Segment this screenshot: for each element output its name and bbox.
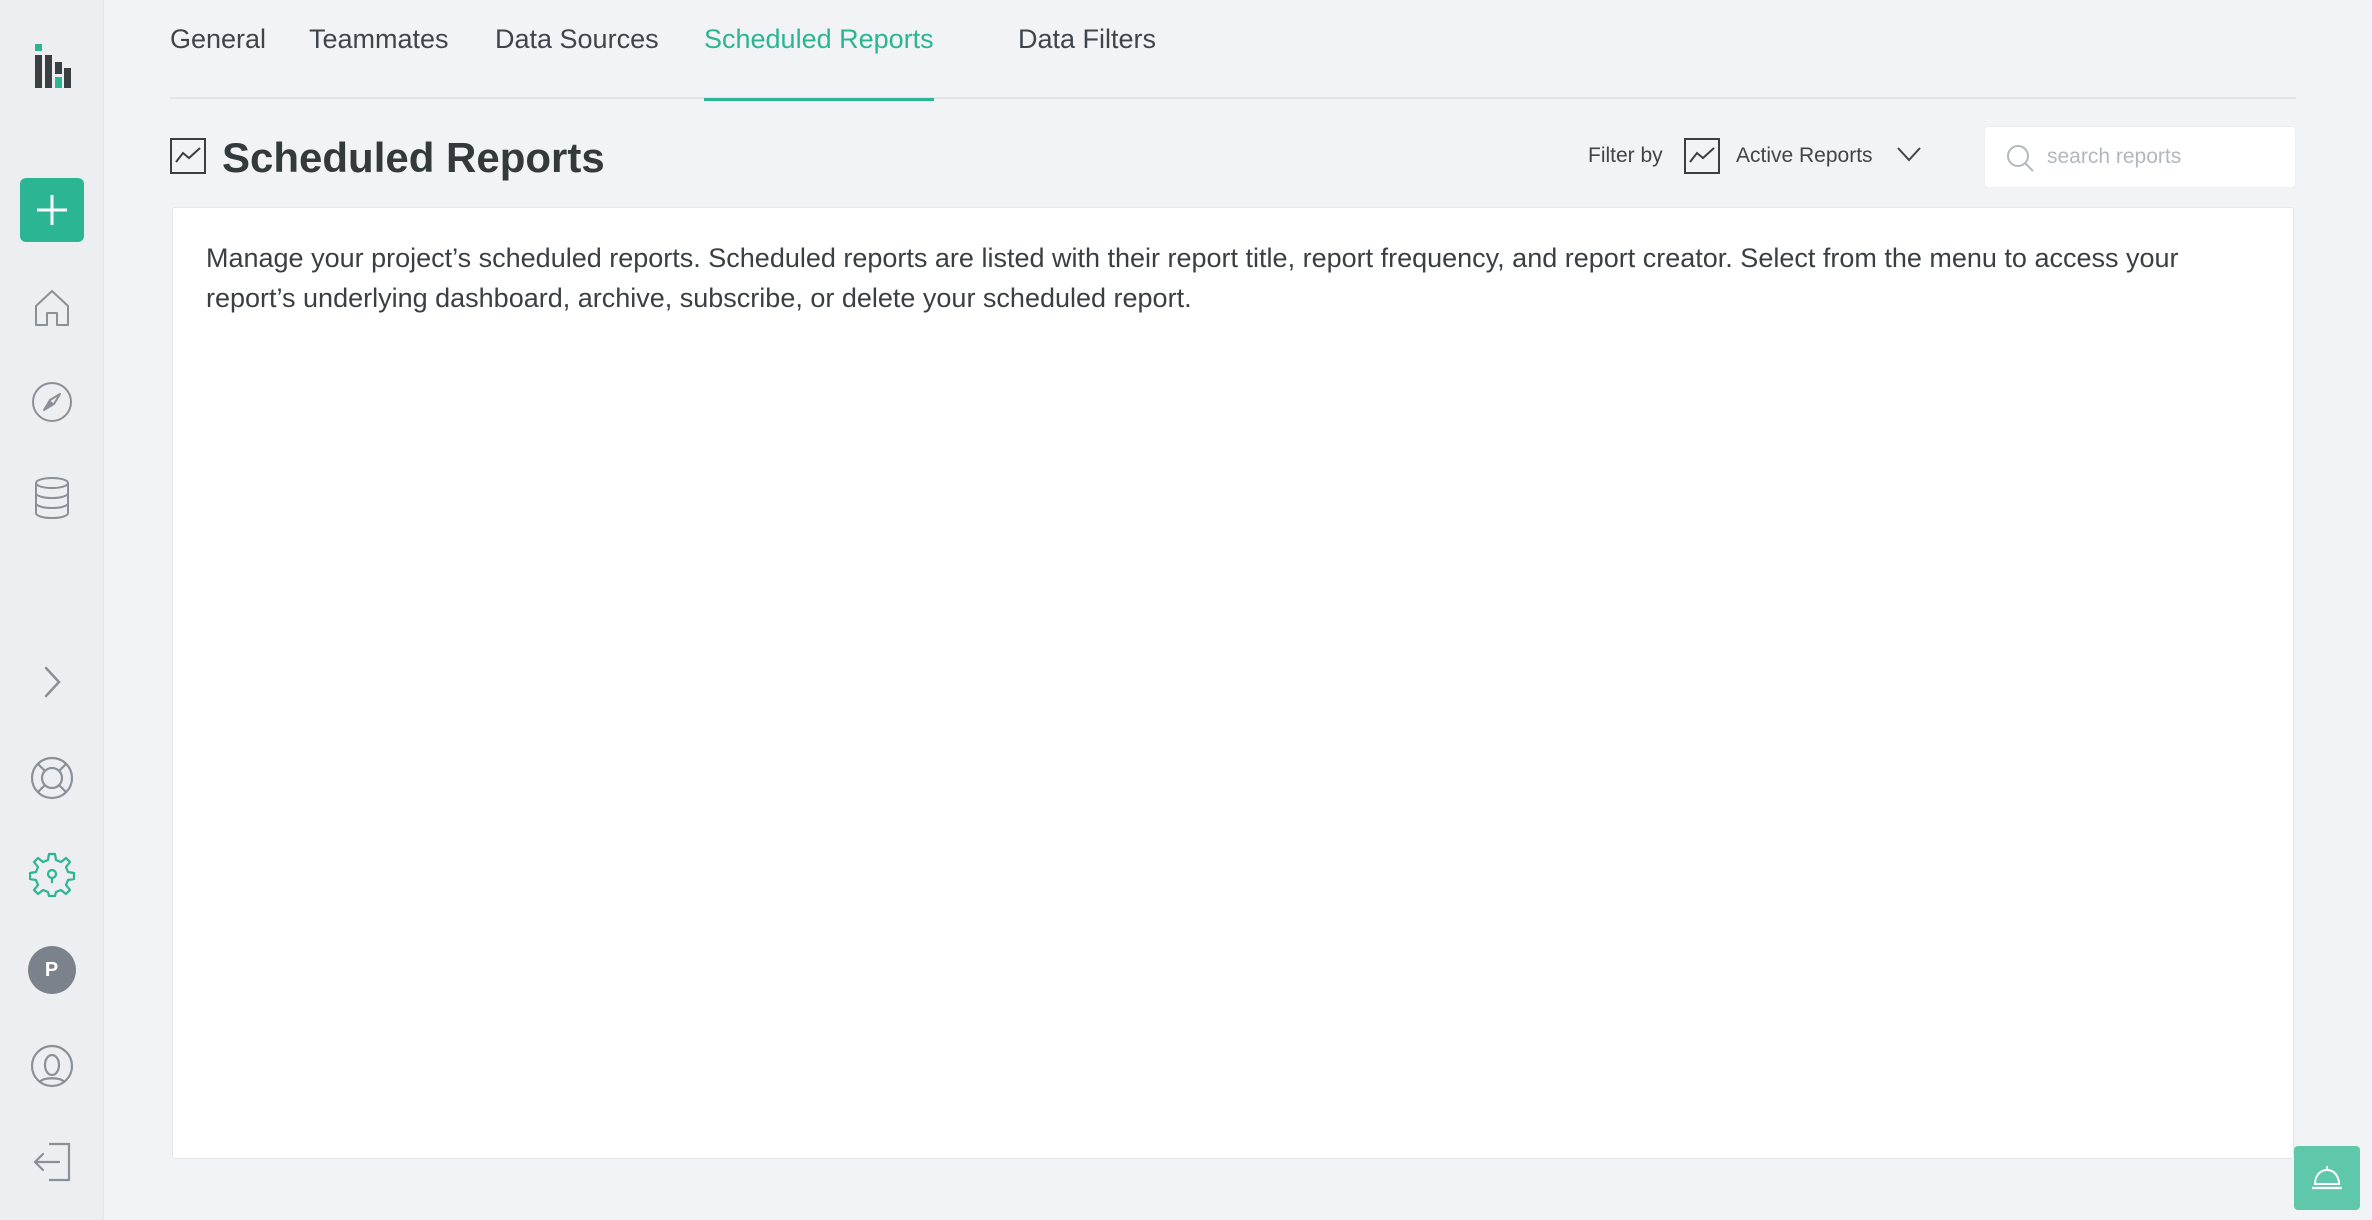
user-circle-icon [30, 1044, 73, 1088]
gear-icon [28, 852, 75, 897]
help-center-button[interactable] [28, 754, 76, 802]
tab-teammates[interactable]: Teammates [309, 24, 449, 99]
line-chart-icon[interactable] [1684, 138, 1720, 174]
chevron-right-icon [44, 666, 61, 698]
add-button[interactable] [19, 178, 84, 242]
lifebuoy-icon [30, 756, 73, 800]
chevron-down-icon[interactable] [1896, 144, 1922, 164]
sidebar: P [0, 0, 104, 1220]
search-box[interactable] [1984, 126, 2296, 188]
logout-button[interactable] [28, 1138, 76, 1186]
home-icon [34, 290, 69, 326]
settings-tabs: General Teammates Data Sources Scheduled… [170, 0, 2296, 101]
settings-button[interactable] [28, 850, 76, 898]
compass-icon [31, 382, 72, 422]
line-chart-icon [170, 138, 206, 174]
page-header: Scheduled Reports Filter by Active Repor… [170, 126, 2296, 194]
filter-dropdown[interactable]: Active Reports [1736, 144, 1873, 168]
profile-button[interactable] [28, 1042, 76, 1090]
tab-data-filters[interactable]: Data Filters [1018, 24, 1156, 99]
tab-data-sources[interactable]: Data Sources [495, 24, 659, 99]
panel-description: Manage your project’s scheduled reports.… [206, 243, 2179, 313]
search-icon [2007, 145, 2034, 172]
tab-scheduled-reports[interactable]: Scheduled Reports [704, 24, 934, 101]
search-input[interactable] [2047, 141, 2279, 173]
expand-sidebar-button[interactable] [28, 658, 76, 706]
reports-panel: Manage your project’s scheduled reports.… [172, 207, 2294, 1159]
plus-icon [36, 195, 67, 225]
avatar-initial: P [44, 958, 59, 981]
database-icon [34, 477, 69, 520]
avatar[interactable]: P [27, 946, 76, 994]
tab-general[interactable]: General [170, 24, 266, 99]
logo-icon[interactable] [30, 40, 74, 92]
main-content: General Teammates Data Sources Scheduled… [170, 0, 2296, 1220]
page-title: Scheduled Reports [222, 134, 605, 181]
data-button[interactable] [28, 474, 76, 522]
help-desk-button[interactable] [2294, 1146, 2360, 1210]
logout-icon [32, 1142, 70, 1182]
explore-button[interactable] [28, 378, 76, 426]
service-bell-icon [2312, 1166, 2342, 1190]
home-button[interactable] [28, 284, 76, 332]
filter-label: Filter by [1588, 144, 1663, 167]
